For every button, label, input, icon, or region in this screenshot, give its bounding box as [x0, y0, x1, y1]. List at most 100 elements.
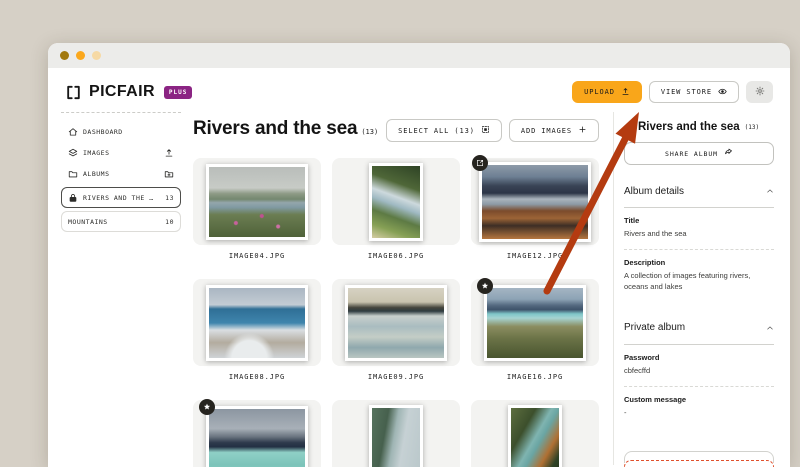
- image-figure: IMAGE08.JPG: [193, 279, 321, 382]
- folder-icon: [68, 169, 78, 179]
- upload-button-label: UPLOAD: [584, 88, 615, 96]
- page-title-count: (13): [361, 128, 378, 136]
- window-control-dot-3[interactable]: [92, 51, 101, 60]
- share-album-button[interactable]: SHARE ALBUM: [624, 142, 774, 165]
- image-thumbnail-icy-shore: [348, 288, 444, 358]
- upload-button[interactable]: UPLOAD: [572, 81, 642, 103]
- image-filename: IMAGE06.JPG: [332, 252, 460, 261]
- view-store-button[interactable]: VIEW STORE: [649, 81, 739, 103]
- image-card[interactable]: [332, 279, 460, 366]
- logo-text: PICFAIR: [89, 83, 155, 101]
- star-icon: [477, 278, 493, 294]
- folder-plus-icon[interactable]: [164, 169, 174, 179]
- private-album-fields: PasswordcbfecffdCustom message-: [624, 345, 774, 427]
- album-details-heading: Album details: [624, 186, 684, 197]
- image-thumbnail-sunset-mountains: [482, 165, 588, 239]
- image-figure: IMAGE06.JPG: [332, 158, 460, 261]
- image-card[interactable]: [471, 400, 599, 467]
- select-all-label: SELECT ALL (13): [398, 127, 475, 135]
- share-album-label: SHARE ALBUM: [665, 150, 718, 158]
- sidebar-item-mountains[interactable]: MOUNTAINS 10: [61, 211, 181, 232]
- home-icon: [68, 127, 78, 137]
- image-figure: IMAGE04.JPG: [193, 158, 321, 261]
- album-panel-count: (13): [745, 124, 759, 131]
- chevron-up-icon: [766, 319, 774, 337]
- image-thumbnail-meadow-lake: [209, 167, 305, 237]
- add-images-label: ADD IMAGES: [521, 127, 572, 135]
- window-control-dot-2[interactable]: [76, 51, 85, 60]
- header-actions: UPLOAD VIEW STORE: [572, 81, 773, 103]
- image-thumbnail-tree-reflection: [372, 408, 420, 467]
- sidebar-item-rivers-and-the[interactable]: RIVERS AND THE … 13: [61, 187, 181, 208]
- private-album-heading: Private album: [624, 322, 685, 333]
- image-card[interactable]: [332, 158, 460, 245]
- album-details-fields: TitleRivers and the seaDescriptionA coll…: [624, 208, 774, 302]
- image-filename: IMAGE12.JPG: [471, 252, 599, 261]
- field-custom-message: Custom message-: [624, 387, 774, 428]
- image-card[interactable]: [193, 279, 321, 366]
- sidebar-item-images[interactable]: IMAGES: [61, 143, 181, 163]
- logo[interactable]: PICFAIR PLUS: [65, 83, 192, 101]
- page-title-row: Rivers and the sea (13): [193, 118, 378, 140]
- chevron-up-icon: [766, 182, 774, 200]
- upload-tray-icon[interactable]: [164, 148, 174, 158]
- gear-icon: [755, 86, 765, 98]
- image-grid: IMAGE04.JPG IMAGE06.JPG IMAGE12.JPG IMAG…: [193, 158, 599, 467]
- select-all-icon: [481, 125, 490, 136]
- image-thumbnail-teal-bay: [209, 409, 305, 467]
- field-description: DescriptionA collection of images featur…: [624, 250, 774, 302]
- image-card[interactable]: [332, 400, 460, 467]
- image-thumbnail-snowy-path: [209, 288, 305, 358]
- lock-icon: [624, 122, 634, 132]
- share-icon: [724, 148, 733, 159]
- image-card[interactable]: [193, 400, 321, 467]
- panel-bottom: DELETE ALBUM: [624, 451, 774, 467]
- plus-icon: [578, 125, 587, 136]
- main-header: Rivers and the sea (13) SELECT ALL (13) …: [193, 118, 599, 142]
- image-filename: IMAGE16.JPG: [471, 373, 599, 382]
- brackets-icon: [65, 84, 82, 101]
- eye-icon: [718, 87, 727, 98]
- layers-icon: [68, 148, 78, 158]
- field-password: Passwordcbfecffd: [624, 345, 774, 387]
- image-figure: IMAGE09.JPG: [332, 279, 460, 382]
- image-card[interactable]: [471, 279, 599, 366]
- app-body: DASHBOARD IMAGES ALBUMS RIVERS AND THE ……: [48, 112, 790, 465]
- field-title: TitleRivers and the sea: [624, 208, 774, 250]
- album-details-section-header[interactable]: Album details: [624, 182, 774, 208]
- image-card[interactable]: [471, 158, 599, 245]
- lock-icon: [68, 193, 78, 203]
- image-thumbnail-river-valley: [511, 408, 559, 467]
- private-album-section-header[interactable]: Private album: [624, 319, 774, 345]
- album-panel-title-row: Rivers and the sea (13): [624, 121, 774, 133]
- main-buttons: SELECT ALL (13) ADD IMAGES: [386, 119, 599, 142]
- image-thumbnail-dunes-bay: [487, 288, 583, 358]
- image-figure: [471, 400, 599, 467]
- app-header: PICFAIR PLUS UPLOAD VIEW STORE: [48, 68, 790, 112]
- main-content: Rivers and the sea (13) SELECT ALL (13) …: [181, 112, 614, 465]
- album-panel: Rivers and the sea (13) SHARE ALBUM Albu…: [614, 112, 790, 465]
- view-store-button-label: VIEW STORE: [661, 88, 712, 96]
- plus-badge: PLUS: [164, 86, 192, 99]
- sidebar: DASHBOARD IMAGES ALBUMS RIVERS AND THE ……: [61, 112, 181, 465]
- window-titlebar: [48, 43, 790, 68]
- image-filename: IMAGE09.JPG: [332, 373, 460, 382]
- image-figure: IMAGE12.JPG: [471, 158, 599, 261]
- sidebar-item-dashboard[interactable]: DASHBOARD: [61, 122, 181, 142]
- image-figure: [332, 400, 460, 467]
- add-images-button[interactable]: ADD IMAGES: [509, 119, 599, 142]
- window-control-dot-1[interactable]: [60, 51, 69, 60]
- export-icon: [472, 155, 488, 171]
- sidebar-item-albums[interactable]: ALBUMS: [61, 164, 181, 184]
- delete-album-button[interactable]: DELETE ALBUM: [624, 460, 774, 467]
- image-filename: IMAGE08.JPG: [193, 373, 321, 382]
- app-window: PICFAIR PLUS UPLOAD VIEW STORE DASHBOARD…: [48, 43, 790, 467]
- image-thumbnail-coastal-tree: [372, 166, 420, 238]
- album-panel-title: Rivers and the sea: [638, 121, 740, 133]
- image-card[interactable]: [193, 158, 321, 245]
- select-all-button[interactable]: SELECT ALL (13): [386, 119, 502, 142]
- image-figure: IMAGE16.JPG: [471, 279, 599, 382]
- settings-button[interactable]: [746, 81, 773, 103]
- page-title: Rivers and the sea: [193, 118, 357, 140]
- upload-tray-icon: [621, 87, 630, 98]
